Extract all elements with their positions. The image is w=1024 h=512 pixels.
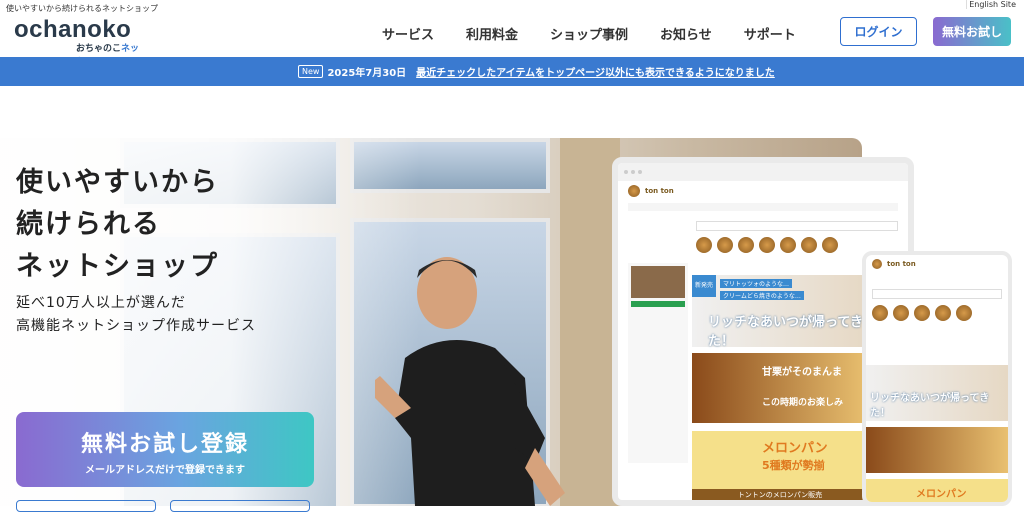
news-bar: New 2025年7月30日 最近チェックしたアイテムをトップページ以外にも表示…: [0, 57, 1024, 137]
cta-subtitle: メールアドレスだけで登録できます: [85, 465, 245, 476]
phone-promo-main: リッチなあいつが帰ってきた！: [870, 393, 990, 419]
search-icon[interactable]: [986, 119, 1004, 137]
shop-logo-icon: [872, 259, 882, 269]
phone-chestnut-banner: [866, 427, 1008, 473]
phone-melonpan-title: メロンパン: [916, 489, 967, 500]
news-date: 2025年7月30日: [327, 68, 407, 79]
shop-header: ton ton: [618, 181, 908, 201]
nav-pricing[interactable]: 利用料金: [466, 24, 518, 43]
headline-line-2: 続けられる: [16, 209, 161, 240]
sidebar-button: [631, 301, 685, 307]
phone-header: ton ton: [866, 255, 1008, 273]
logo-wordmark: ochanoko: [14, 16, 132, 43]
hero-lead: 延べ10万人以上が選んだ 高機能ネットショップ作成サービス: [16, 292, 256, 338]
site-tagline: 使いやすいから続けられるネットショップ: [6, 4, 158, 13]
free-trial-button[interactable]: 無料お試し: [933, 17, 1011, 46]
lead-line-1: 延べ10万人以上が選んだ: [16, 295, 186, 311]
shop-search: [696, 221, 898, 231]
logo[interactable]: ochanoko おちゃのこネット: [14, 16, 144, 67]
chestnut-banner: 甘栗がそのまんま この時期のお楽しみ: [692, 353, 868, 423]
cta-title: 無料お試し登録: [80, 432, 249, 457]
news-link[interactable]: 最近チェックしたアイテムをトップページ以外にも表示できるようになりました: [416, 64, 775, 79]
chestnut-title: 甘栗がそのまんま: [762, 367, 842, 378]
tablet-bar: [618, 163, 908, 181]
english-site-link[interactable]: English Site: [966, 0, 1018, 9]
secondary-button[interactable]: [16, 500, 156, 512]
free-trial-signup-button[interactable]: 無料お試し登録 メールアドレスだけで登録できます: [16, 412, 314, 487]
promo-banner: 新発売 マリトッツォのような… クリームどら焼きのような… リッチなあいつが帰っ…: [692, 275, 868, 349]
phone-promo-banner: リッチなあいつが帰ってきた！: [866, 365, 1008, 421]
phone-categories: [872, 305, 1002, 325]
melonpan-foot: トントンのメロンパン販売: [692, 489, 868, 500]
top-strip: 使いやすいから続けられるネットショップ English Site: [0, 0, 1024, 14]
shop-sidebar: [628, 263, 688, 463]
phone-shop-name: ton ton: [887, 260, 916, 268]
new-badge: New: [298, 65, 324, 78]
main-nav: サービス 利用料金 ショップ事例 お知らせ サポート: [382, 24, 828, 43]
hero-headline: 使いやすいから 続けられる ネットショップ: [16, 162, 219, 288]
person-photo: [375, 257, 565, 506]
login-button[interactable]: ログイン: [840, 17, 917, 46]
phone-search: [872, 289, 1002, 299]
new-badge: 新発売: [692, 275, 716, 297]
phone-mockup: ton ton リッチなあいつが帰ってきた！ メロンパン: [862, 251, 1012, 506]
sidebar-photo: [631, 266, 685, 298]
headline-line-3: ネットショップ: [16, 251, 219, 282]
lead-line-2: 高機能ネットショップ作成サービス: [16, 318, 256, 334]
nav-support[interactable]: サポート: [744, 24, 796, 43]
shop-logo-icon: [628, 185, 640, 197]
nav-news[interactable]: お知らせ: [660, 24, 712, 43]
melonpan-sub: 5種類が勢揃: [762, 459, 825, 472]
headline-line-1: 使いやすいから: [16, 167, 219, 198]
melonpan-title: メロンパン: [762, 441, 828, 456]
logo-sub-a: おちゃのこ: [76, 44, 122, 54]
shop-menu: [628, 203, 898, 211]
promo-line-1: マリトッツォのような…: [720, 279, 793, 288]
secondary-button[interactable]: [170, 500, 310, 512]
chestnut-sub: この時期のお楽しみ: [762, 398, 844, 408]
phone-melonpan-banner: メロンパン: [866, 479, 1008, 502]
promo-main: リッチなあいつが帰ってきた！: [708, 315, 863, 349]
nav-shop-cases[interactable]: ショップ事例: [550, 24, 628, 43]
shop-name: ton ton: [645, 187, 674, 195]
nav-services[interactable]: サービス: [382, 24, 434, 43]
melonpan-banner: メロンパン 5種類が勢揃 トントンのメロンパン販売: [692, 431, 868, 500]
promo-line-2: クリームどら焼きのような…: [720, 291, 804, 300]
